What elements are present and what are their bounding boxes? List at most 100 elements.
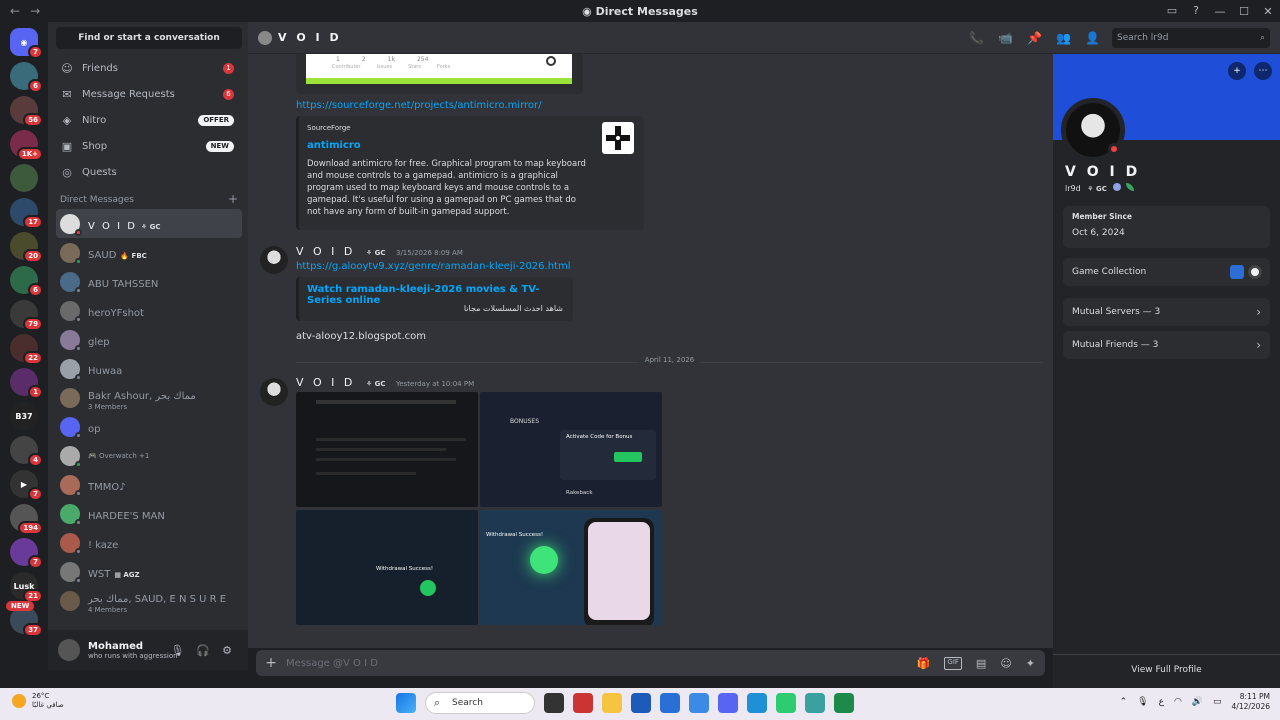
discord-taskbar-icon[interactable]: [718, 693, 738, 713]
dm-item[interactable]: heroYFshot: [56, 296, 242, 325]
dm-item[interactable]: Huwaa: [56, 354, 242, 383]
back-button[interactable]: ←: [10, 4, 20, 18]
search-input[interactable]: Search lr9d ⌕: [1112, 27, 1270, 48]
server-icon[interactable]: [10, 164, 38, 192]
avatar[interactable]: [258, 30, 272, 45]
app-icon[interactable]: [776, 693, 796, 713]
gif-icon[interactable]: GIF: [944, 656, 962, 670]
apps-icon[interactable]: ✦: [1026, 657, 1035, 670]
new-badge[interactable]: NEW: [6, 601, 35, 611]
user-profile-icon[interactable]: 👤: [1085, 31, 1100, 45]
task-view-icon[interactable]: [544, 693, 564, 713]
server-icon[interactable]: 4: [10, 436, 43, 467]
voice-call-icon[interactable]: 📞: [969, 31, 984, 45]
server-icon[interactable]: 56: [10, 96, 43, 127]
mic-icon[interactable]: 🎙: [170, 644, 184, 657]
server-icon[interactable]: 194: [10, 504, 43, 535]
edge-icon[interactable]: [747, 693, 767, 713]
server-icon[interactable]: 6: [10, 266, 43, 297]
server-icon[interactable]: 6: [10, 62, 43, 93]
attachment-image[interactable]: Withdrawal Success!: [480, 510, 662, 625]
taskbar-search[interactable]: Search: [425, 692, 535, 714]
server-icon[interactable]: ▶ 7: [10, 470, 43, 501]
tray-chevron-icon[interactable]: ⌃: [1120, 697, 1128, 707]
attach-plus-icon[interactable]: +: [256, 655, 286, 671]
dm-item[interactable]: ! kaze: [56, 528, 242, 557]
view-full-profile-button[interactable]: View Full Profile: [1053, 654, 1280, 682]
dm-item[interactable]: HARDEE'S MAN: [56, 499, 242, 528]
sidebar-item-quests[interactable]: ◎ Quests: [56, 159, 242, 185]
message-input[interactable]: + Message @V O I D 🎁 GIF ▤ ☺ ✦: [256, 650, 1045, 676]
dm-item[interactable]: V O I D ⚘ GC: [56, 209, 242, 238]
avatar[interactable]: [260, 378, 288, 406]
server-icon[interactable]: 20: [10, 232, 43, 263]
message-link[interactable]: https://g.alooytv9.xyz/genre/ramadan-kle…: [296, 261, 571, 272]
create-dm-button[interactable]: +: [228, 193, 238, 205]
game-collection-row[interactable]: Game Collection: [1063, 258, 1270, 286]
dm-item[interactable]: op: [56, 412, 242, 441]
file-explorer-icon[interactable]: [602, 693, 622, 713]
battery-icon[interactable]: ▭: [1213, 697, 1222, 707]
tray-mic-icon[interactable]: 🎙: [1137, 697, 1148, 707]
mutual-servers-row[interactable]: Mutual Servers — 3 ›: [1063, 298, 1270, 326]
find-conversation-button[interactable]: Find or start a conversation: [56, 27, 242, 49]
maximize-button[interactable]: ☐: [1232, 0, 1256, 22]
minimize-button[interactable]: —: [1208, 0, 1232, 22]
add-friend-icon[interactable]: +: [1228, 62, 1246, 80]
dm-item[interactable]: ﻣﻤﺎﻙ ﺑﺤﺮ, SAUD, E N S U R E4 Members: [56, 586, 242, 615]
inbox-icon[interactable]: ▭: [1166, 5, 1178, 17]
input-language[interactable]: ع: [1159, 697, 1164, 707]
sidebar-item-nitro[interactable]: ◈ Nitro OFFER: [56, 107, 242, 133]
dm-item[interactable]: glep: [56, 325, 242, 354]
app-icon[interactable]: [805, 693, 825, 713]
forward-button[interactable]: →: [30, 4, 40, 18]
attachment-image[interactable]: [296, 392, 478, 507]
more-options-icon[interactable]: ⋯: [1254, 62, 1272, 80]
dm-item[interactable]: SAUD 🔥 FBC: [56, 238, 242, 267]
settings-gear-icon[interactable]: ⚙: [222, 644, 232, 657]
volume-icon[interactable]: 🔊: [1192, 697, 1203, 707]
gift-icon[interactable]: 🎁: [917, 657, 931, 670]
sticker-icon[interactable]: ▤: [976, 657, 986, 670]
embed-title[interactable]: antimicro: [307, 140, 361, 151]
video-call-icon[interactable]: 📹: [998, 31, 1013, 45]
help-icon[interactable]: ?: [1190, 5, 1202, 17]
clock[interactable]: 8:11 PM 4/12/2026: [1232, 692, 1270, 712]
message-link[interactable]: https://sourceforge.net/projects/antimic…: [296, 100, 542, 111]
sidebar-item-friends[interactable]: ☺ Friends 1: [56, 55, 242, 81]
server-icon[interactable]: Lusk 21: [10, 572, 43, 603]
sidebar-item-message-requests[interactable]: ✉ Message Requests 6: [56, 81, 242, 107]
server-icon[interactable]: B37: [10, 402, 38, 430]
dm-item[interactable]: 🎮 Overwatch +1: [56, 441, 242, 470]
add-friends-icon[interactable]: 👥: [1056, 31, 1071, 45]
dm-item[interactable]: WST ▦ AGZ: [56, 557, 242, 586]
server-icon[interactable]: 1K+: [10, 130, 43, 161]
wifi-icon[interactable]: ◠: [1174, 697, 1182, 707]
start-windows-icon[interactable]: [396, 693, 416, 713]
avatar[interactable]: [58, 639, 80, 661]
pinned-messages-icon[interactable]: 📌: [1027, 31, 1042, 45]
weather-widget[interactable]: 26°C ﺻﺎﻓﻲ ﻏﺎﻟﺒًﺎ: [12, 692, 64, 710]
dm-item[interactable]: Bakr Ashour, ﻣﻤﺎﻙ ﺑﺤﺮ 3 Members: [56, 383, 242, 412]
dm-item[interactable]: TMMO♪: [56, 470, 242, 499]
avatar[interactable]: [260, 246, 288, 274]
server-icon[interactable]: 79: [10, 300, 43, 331]
headset-icon[interactable]: 🎧: [196, 644, 210, 657]
server-icon[interactable]: 17: [10, 198, 43, 229]
dm-item[interactable]: ABU TAHSSEN: [56, 267, 242, 296]
app-icon[interactable]: [631, 693, 651, 713]
author-name[interactable]: V O I D: [296, 376, 355, 389]
avatar[interactable]: [1061, 98, 1125, 162]
server-icon[interactable]: 22: [10, 334, 43, 365]
home-dm-button[interactable]: ◉ 7: [10, 28, 43, 59]
server-icon[interactable]: 7: [10, 538, 43, 569]
outlook-icon[interactable]: [660, 693, 680, 713]
store-icon[interactable]: [573, 693, 593, 713]
sidebar-item-shop[interactable]: ▣ Shop NEW: [56, 133, 242, 159]
author-name[interactable]: V O I D: [296, 245, 355, 258]
mutual-friends-row[interactable]: Mutual Friends — 3 ›: [1063, 331, 1270, 359]
close-button[interactable]: ✕: [1256, 0, 1280, 22]
attachment-image[interactable]: BONUSES Activate Code for Bonus Rakeback: [480, 392, 662, 507]
app-icon[interactable]: [689, 693, 709, 713]
app-icon[interactable]: [834, 693, 854, 713]
